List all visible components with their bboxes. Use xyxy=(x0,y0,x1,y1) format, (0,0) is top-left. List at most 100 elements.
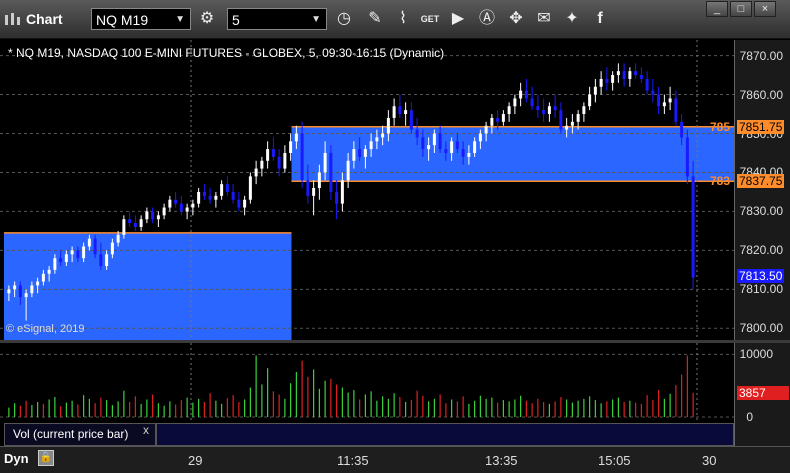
candle-body xyxy=(473,141,477,153)
candle-body xyxy=(513,98,517,107)
candle-body xyxy=(151,211,155,220)
candle-body xyxy=(145,211,149,220)
candle-body xyxy=(277,156,281,169)
interval-select[interactable]: 5 ▼ xyxy=(227,8,327,30)
minimize-button[interactable]: _ xyxy=(706,1,728,17)
time-axis[interactable]: Dyn 🔒 29 11:35 13:35 15:05 30 xyxy=(0,446,790,473)
candle-body xyxy=(369,141,373,150)
pencil-icon[interactable]: ✎ xyxy=(364,8,386,30)
candle-body xyxy=(444,149,448,153)
candle-body xyxy=(59,258,63,263)
candle-body xyxy=(599,78,603,87)
volume-last-tag: 3857 xyxy=(737,385,789,400)
candle-body xyxy=(300,133,304,181)
toolbar: Chart NQ M19 ▼ ⚙ 5 ▼ ◷ ✎ ⌇ GET ▶ Ⓐ ✥ ✉ ✦ f… xyxy=(0,0,790,39)
candle-body xyxy=(461,149,465,157)
candle-body xyxy=(139,219,143,228)
link-icon[interactable]: ✥ xyxy=(505,8,527,30)
candle-body xyxy=(185,207,189,212)
candle-body xyxy=(450,141,454,153)
candle-body xyxy=(421,137,425,150)
candle-body xyxy=(266,149,270,161)
candle-body xyxy=(248,176,252,200)
candle-body xyxy=(398,106,402,115)
symbol-value: NQ M19 xyxy=(96,12,149,28)
candle-body xyxy=(323,152,327,173)
candle-body xyxy=(225,184,229,192)
symbol-select[interactable]: NQ M19 ▼ xyxy=(91,8,191,30)
candle-body xyxy=(168,199,172,208)
gear-icon[interactable]: ⚙ xyxy=(196,8,218,30)
facebook-icon[interactable]: f xyxy=(589,8,611,30)
price-tick-label: 7820.00 xyxy=(739,243,783,258)
candle-body xyxy=(530,98,534,107)
volume-study-panel xyxy=(156,423,734,446)
candle-body xyxy=(82,246,86,259)
price-tick-label: 7830.00 xyxy=(739,204,783,219)
candle-body xyxy=(294,133,298,142)
volume-chart xyxy=(0,343,734,423)
candle-body xyxy=(133,223,137,228)
candle-body xyxy=(260,160,264,169)
chart-window: Chart NQ M19 ▼ ⚙ 5 ▼ ◷ ✎ ⌇ GET ▶ Ⓐ ✥ ✉ ✦ f… xyxy=(0,0,790,473)
candle-body xyxy=(105,254,109,266)
time-label: 30 xyxy=(702,453,717,468)
candle-body xyxy=(70,250,74,255)
candle-body xyxy=(662,102,666,107)
candle-body xyxy=(24,293,28,298)
candle-body xyxy=(41,273,45,282)
lock-icon[interactable]: 🔒 xyxy=(38,450,54,466)
candle-body xyxy=(76,250,80,259)
candle-body xyxy=(611,75,615,83)
comment-icon[interactable]: ✉ xyxy=(533,8,555,30)
candle-body xyxy=(547,106,551,115)
candle-body xyxy=(484,125,488,134)
clock-icon[interactable]: ◷ xyxy=(333,8,355,30)
chevron-down-icon: ▼ xyxy=(175,14,185,25)
candle-body xyxy=(467,152,471,157)
candle-body xyxy=(346,160,350,181)
maximize-button[interactable]: □ xyxy=(730,1,752,17)
candle-body xyxy=(634,71,638,76)
candle-body xyxy=(616,71,620,76)
candle-body xyxy=(553,106,557,111)
candle-body xyxy=(306,180,310,196)
volume-axis[interactable]: 10000 0 3857 xyxy=(734,343,790,446)
candle-body xyxy=(490,117,494,126)
play-icon[interactable]: ▶ xyxy=(447,8,469,30)
candle-body xyxy=(507,106,511,115)
volume-tick-label: 0 xyxy=(746,410,753,424)
price-chart xyxy=(0,40,790,340)
candle-body xyxy=(605,78,609,83)
candle-body xyxy=(358,149,362,157)
volume-study-label[interactable]: Vol (current price bar) xyxy=(4,423,156,446)
dynamic-label[interactable]: Dyn xyxy=(4,451,29,466)
candle-body xyxy=(47,269,51,274)
get-icon[interactable]: GET xyxy=(419,8,441,30)
alert-icon[interactable]: Ⓐ xyxy=(476,8,498,30)
candle-body xyxy=(93,238,97,255)
candle-body xyxy=(317,172,321,189)
candle-body xyxy=(392,106,396,118)
close-icon[interactable]: x xyxy=(143,423,149,437)
price-axis[interactable]: 7870.007860.007850.007840.007830.007820.… xyxy=(734,40,790,340)
candle-body xyxy=(668,98,672,103)
level-label-upper: 785 xyxy=(710,119,731,134)
candle-body xyxy=(432,133,436,146)
candle-body xyxy=(680,121,684,138)
volume-pane[interactable] xyxy=(0,343,734,423)
candle-body xyxy=(542,110,546,115)
candle-body xyxy=(156,215,160,220)
price-pane[interactable]: * NQ M19, NASDAQ 100 E-MINI FUTURES - GL… xyxy=(0,40,790,340)
twitter-icon[interactable]: ✦ xyxy=(561,8,583,30)
candle-body xyxy=(559,110,563,130)
close-button[interactable]: × xyxy=(754,1,776,17)
candle-body xyxy=(254,168,258,177)
time-label: 11:35 xyxy=(337,453,369,468)
upper-level-tag: 7851.75 xyxy=(737,119,785,134)
last-price-tag: 7813.50 xyxy=(737,268,785,283)
study-icon[interactable]: ⌇ xyxy=(392,8,414,30)
candle-body xyxy=(13,285,17,290)
candle-body xyxy=(283,152,287,169)
candle-body xyxy=(116,234,120,243)
